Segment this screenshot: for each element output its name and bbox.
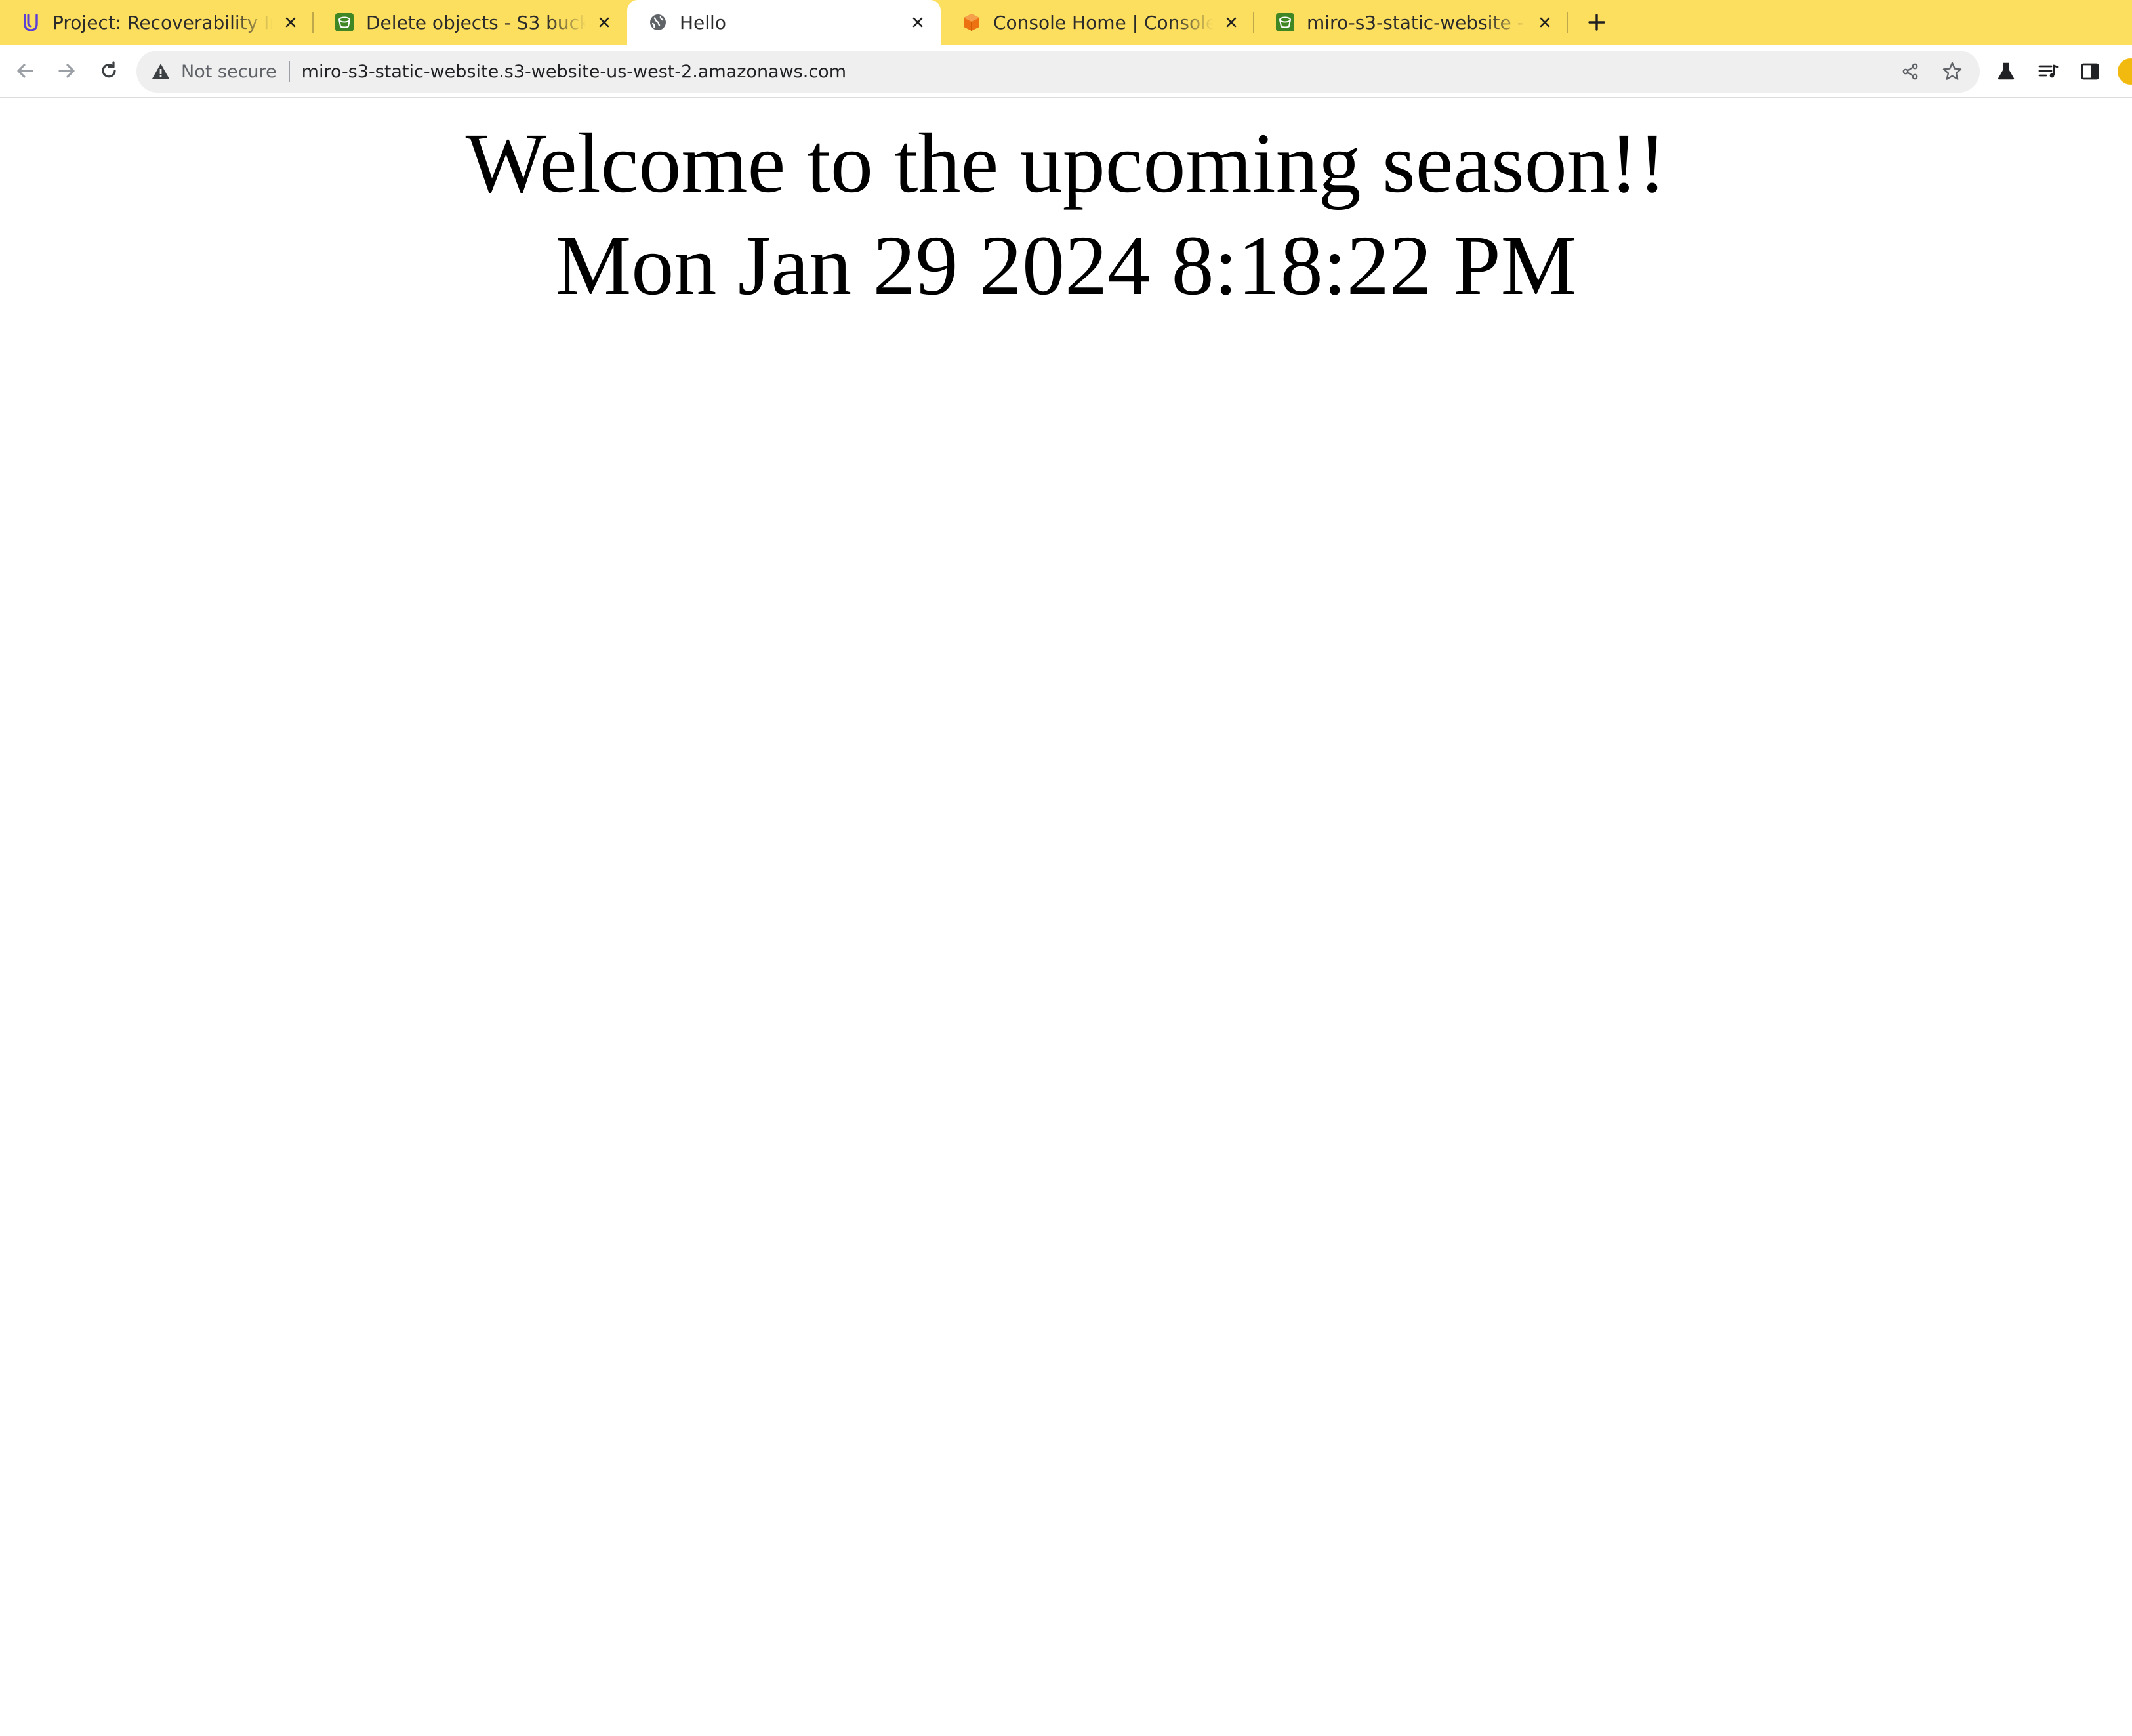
reload-icon: [102, 61, 116, 78]
address-bar[interactable]: Not secure miro-s3-static-website.s3-web…: [136, 51, 1980, 93]
current-datetime: Mon Jan 29 2024 8:18:22 PM: [555, 218, 1577, 313]
close-icon[interactable]: [907, 11, 929, 33]
url-text[interactable]: miro-s3-static-website.s3-website-us-wes…: [302, 62, 1883, 82]
close-icon[interactable]: [279, 11, 302, 33]
welcome-heading: Welcome to the upcoming season!!: [465, 116, 1667, 211]
side-panel-icon[interactable]: [2072, 53, 2108, 90]
labs-flask-icon[interactable]: [1988, 53, 2024, 90]
browser-window: Project: Recoverability In Delete object…: [0, 0, 2132, 1736]
tab-title: Hello: [680, 11, 726, 33]
s3-icon: [1274, 11, 1296, 33]
tab-title: Project: Recoverability In: [52, 11, 273, 33]
address-bar-actions: [1883, 57, 1967, 86]
tab-title: miro-s3-static-website - S: [1307, 11, 1527, 33]
tab-title: Console Home | Console H: [993, 11, 1214, 33]
close-icon[interactable]: [1534, 11, 1556, 33]
s3-icon: [333, 11, 356, 33]
tab-delete-objects[interactable]: Delete objects - S3 bucket: [314, 0, 627, 45]
back-button[interactable]: [7, 52, 43, 89]
close-icon[interactable]: [1220, 11, 1242, 33]
page-content: Welcome to the upcoming season!! Mon Jan…: [0, 100, 2132, 1736]
site-security-indicator[interactable]: Not secure: [151, 61, 277, 82]
tab-miro-s3-static-website[interactable]: miro-s3-static-website - S: [1254, 0, 1568, 45]
warning-icon: [151, 61, 172, 82]
new-tab-button[interactable]: [1574, 0, 1619, 45]
browser-toolbar: Not secure miro-s3-static-website.s3-web…: [0, 45, 2132, 98]
plus-icon: [1588, 14, 1605, 31]
star-icon[interactable]: [1938, 57, 1967, 86]
profile-avatar[interactable]: [2118, 58, 2132, 85]
tab-strip: Project: Recoverability In Delete object…: [0, 0, 2132, 45]
reload-button[interactable]: [91, 52, 127, 89]
aws-cube-icon: [960, 11, 983, 33]
tab-project-recoverability[interactable]: Project: Recoverability In: [0, 0, 314, 45]
forward-button[interactable]: [49, 52, 85, 89]
address-divider: [288, 61, 290, 82]
extensions-area: [1988, 53, 2132, 90]
tab-title: Delete objects - S3 bucket: [366, 11, 586, 33]
udacity-icon: [20, 11, 42, 33]
globe-icon: [647, 11, 669, 33]
close-icon[interactable]: [593, 11, 615, 33]
not-secure-label: Not secure: [181, 61, 277, 82]
tab-hello[interactable]: Hello: [627, 0, 941, 45]
share-icon[interactable]: [1896, 57, 1925, 86]
arrow-left-icon: [17, 64, 33, 78]
tab-separator: [1567, 12, 1568, 33]
media-queue-icon[interactable]: [2030, 53, 2066, 90]
arrow-right-icon: [58, 64, 75, 78]
tab-console-home[interactable]: Console Home | Console H: [941, 0, 1254, 45]
